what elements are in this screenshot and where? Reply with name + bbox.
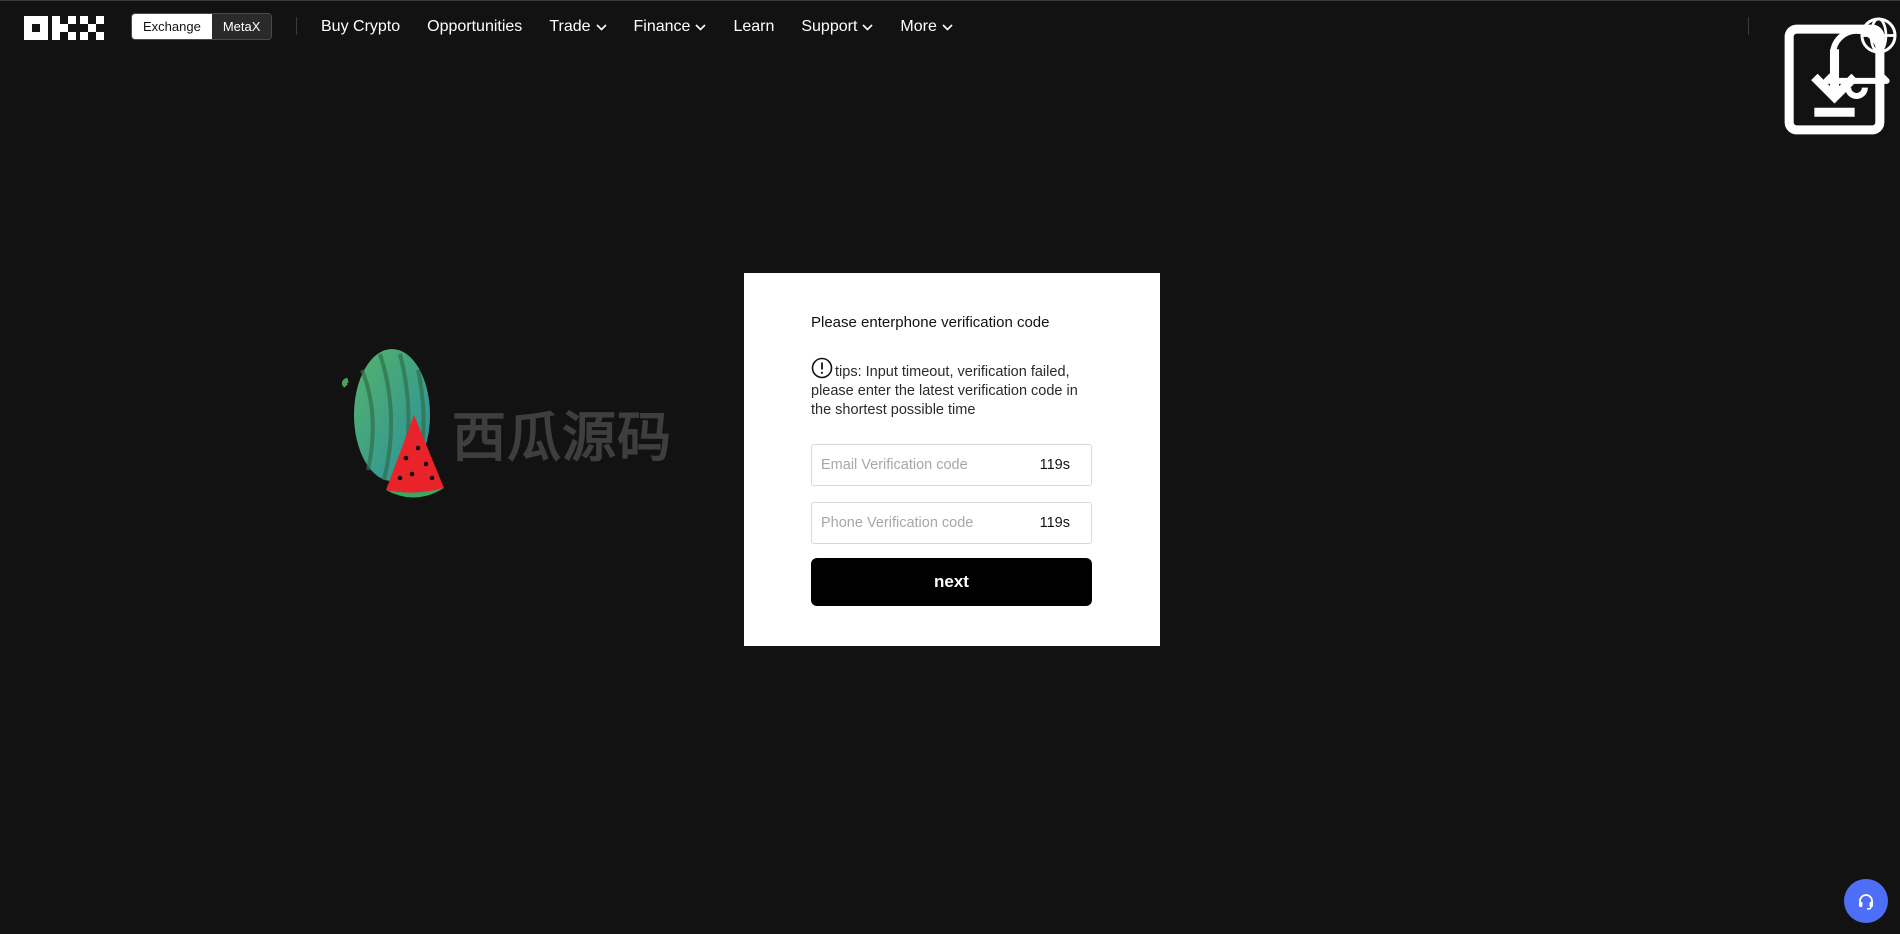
nav-finance[interactable]: Finance [634, 18, 707, 36]
watermark-text: 西瓜源码 [452, 406, 672, 469]
nav-more[interactable]: More [900, 18, 953, 36]
nav-label: Learn [733, 18, 775, 35]
alert-circle-icon [811, 357, 833, 379]
top-navigation-bar: Exchange MetaX Buy Crypto Opportunities … [0, 0, 1900, 135]
nav-support[interactable]: Support [801, 18, 873, 36]
exchange-metax-toggle: Exchange MetaX [131, 13, 273, 40]
nav-label: Trade [549, 18, 591, 35]
chevron-down-icon [595, 23, 607, 31]
phone-verification-input[interactable] [812, 503, 1040, 543]
nav-learn[interactable]: Learn [733, 18, 774, 36]
nav-opportunities[interactable]: Opportunities [427, 18, 522, 36]
toggle-exchange[interactable]: Exchange [132, 14, 212, 39]
next-button[interactable]: next [811, 558, 1092, 606]
support-chat-button[interactable] [1844, 879, 1888, 923]
headset-icon [1859, 894, 1873, 910]
tips-message: tips: Input timeout, verification failed… [811, 357, 1093, 420]
email-countdown: 119s [1039, 457, 1070, 473]
nav-divider [296, 17, 297, 35]
nav-label: Opportunities [427, 18, 523, 35]
globe-icon[interactable] [1857, 14, 1900, 57]
okx-logo[interactable] [24, 16, 104, 40]
phone-countdown: 119s [1039, 515, 1070, 531]
nav-label: Support [801, 18, 858, 35]
modal-title: Please enterphone verification code [811, 314, 1050, 331]
icons-divider [1748, 17, 1749, 35]
toggle-metax[interactable]: MetaX [211, 14, 272, 39]
nav-label: More [900, 18, 937, 35]
tips-text: tips: Input timeout, verification failed… [811, 364, 1078, 418]
chevron-down-icon [695, 23, 707, 31]
nav-label: Finance [633, 18, 691, 35]
main-nav: Buy Crypto Opportunities Trade Finance L… [321, 1, 980, 53]
email-verification-input[interactable] [812, 445, 1040, 485]
chevron-down-icon [862, 23, 873, 31]
email-verification-field: 119s [811, 444, 1092, 486]
verification-modal: Please enterphone verification code tips… [744, 273, 1160, 646]
phone-verification-field: 119s [811, 502, 1092, 544]
nav-trade[interactable]: Trade [549, 18, 607, 36]
nav-buy-crypto[interactable]: Buy Crypto [321, 18, 400, 36]
chevron-down-icon [942, 23, 953, 31]
nav-label: Buy Crypto [321, 18, 401, 35]
